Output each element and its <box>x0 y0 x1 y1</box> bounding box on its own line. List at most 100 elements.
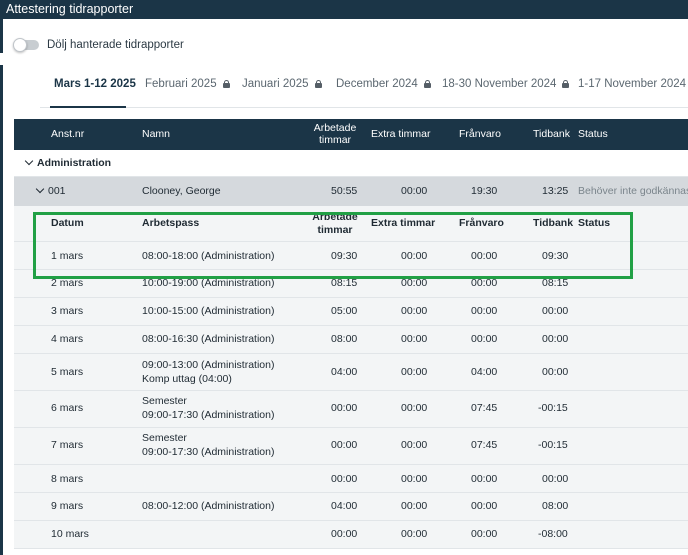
tab-december-2024[interactable]: December 2024 <box>336 78 431 90</box>
row-arbetspass-line1: Semester <box>142 432 187 444</box>
row-franvaro: 00:00 <box>471 473 498 485</box>
row-extra: 00:00 <box>401 366 428 378</box>
row-arbetade: 00:00 <box>331 473 358 485</box>
row-arbetspass: 10:00-19:00 (Administration) <box>142 277 275 289</box>
employee-anstnr[interactable]: 001 <box>35 184 66 197</box>
row-arbetade: 00:00 <box>331 528 358 540</box>
row-tidbank: -08:00 <box>538 528 568 540</box>
table-row[interactable]: 7 mars Semester 09:00-17:30 (Administrat… <box>14 428 688 465</box>
chevron-down-icon <box>24 156 34 166</box>
row-franvaro: 00:00 <box>471 277 498 289</box>
row-tidbank: 00:00 <box>542 305 569 317</box>
table-row[interactable]: 9 mars 08:00-12:00 (Administration) 04:0… <box>14 493 688 521</box>
row-arbetspass-line2: Komp uttag (04:00) <box>142 373 232 385</box>
row-extra: 00:00 <box>401 439 428 451</box>
app-title: Attestering tidrapporter <box>6 2 134 16</box>
table-row[interactable]: 6 mars Semester 09:00-17:30 (Administrat… <box>14 391 688 428</box>
header-anstnr[interactable]: Anst.nr <box>51 128 84 140</box>
period-tabs: Mars 1-12 2025 Februari 2025 Januari 202… <box>40 72 688 108</box>
row-franvaro: 07:45 <box>471 439 498 451</box>
tab-label: Januari 2025 <box>242 78 309 90</box>
row-arbetade: 08:00 <box>331 333 358 345</box>
left-edge <box>0 19 3 555</box>
header-tidbank[interactable]: Tidbank <box>533 128 570 140</box>
row-tidbank: 08:00 <box>542 500 569 512</box>
row-arbetspass: 09:00-13:00 (Administration) Komp uttag … <box>142 358 275 386</box>
hide-handled-toggle[interactable] <box>13 38 39 52</box>
header-namn[interactable]: Namn <box>142 128 170 140</box>
row-arbetspass-line2: 09:00-17:30 (Administration) <box>142 446 275 458</box>
tab-label: December 2024 <box>336 78 418 90</box>
table-row[interactable]: 10 mars 00:00 00:00 00:00 -08:00 <box>14 521 688 549</box>
table-row[interactable]: 1 mars 08:00-18:00 (Administration) 09:3… <box>14 242 688 270</box>
tab-label: Februari 2025 <box>145 78 217 90</box>
tab-mars-2025[interactable]: Mars 1-12 2025 <box>54 78 136 90</box>
row-franvaro: 00:00 <box>471 250 498 262</box>
header-franvaro[interactable]: Frånvaro <box>459 128 501 140</box>
header-arbetade-line1: Arbetade <box>313 122 357 134</box>
employee-namn: Clooney, George <box>142 185 221 197</box>
row-arbetade: 04:00 <box>331 500 358 512</box>
group-name: Administration <box>37 157 112 169</box>
header-extra[interactable]: Extra timmar <box>371 128 431 140</box>
group-row-administration[interactable]: Administration <box>14 150 688 177</box>
table-header: Anst.nr Namn Arbetade timmar Extra timma… <box>14 119 688 150</box>
detail-header-arbetade-line1: Arbetade <box>312 211 358 223</box>
left-edge-notch <box>0 53 3 65</box>
row-arbetspass-line2: 09:00-17:30 (Administration) <box>142 409 275 421</box>
tab-label: 1-17 November 2024 <box>578 78 687 90</box>
table-row[interactable]: 3 mars 10:00-15:00 (Administration) 05:0… <box>14 298 688 326</box>
group-toggle[interactable]: Administration <box>24 156 112 169</box>
row-arbetspass-line1: Semester <box>142 395 187 407</box>
row-datum: 7 mars <box>51 439 84 451</box>
tab-label: Mars 1-12 2025 <box>54 78 136 90</box>
detail-header: Datum Arbetspass Arbetade timmar Extra t… <box>14 206 688 242</box>
row-extra: 00:00 <box>401 402 428 414</box>
table-row[interactable]: 4 mars 08:00-16:30 (Administration) 08:0… <box>14 326 688 354</box>
row-datum: 9 mars <box>51 500 84 512</box>
row-arbetade: 08:15 <box>331 277 358 289</box>
row-tidbank: -00:15 <box>538 402 568 414</box>
employee-tidbank: 13:25 <box>542 185 569 197</box>
employee-status: Behöver inte godkännas <box>578 185 688 197</box>
row-franvaro: 00:00 <box>471 333 498 345</box>
row-arbetade: 00:00 <box>331 439 358 451</box>
employee-franvaro: 19:30 <box>471 185 498 197</box>
tab-januari-2025[interactable]: Januari 2025 <box>242 78 322 90</box>
hide-handled-filter[interactable]: Dölj hanterade tidrapporter <box>13 38 184 52</box>
header-arbetade[interactable]: Arbetade timmar <box>310 122 360 146</box>
row-datum: 5 mars <box>51 366 84 378</box>
row-tidbank: 09:30 <box>542 250 569 262</box>
detail-header-datum: Datum <box>51 217 84 229</box>
active-tab-indicator <box>50 106 126 108</box>
row-arbetade: 05:00 <box>331 305 358 317</box>
row-tidbank: 00:00 <box>542 473 569 485</box>
table-row[interactable]: 5 mars 09:00-13:00 (Administration) Komp… <box>14 354 688 391</box>
row-arbetspass: 08:00-12:00 (Administration) <box>142 500 275 512</box>
row-extra: 00:00 <box>401 528 428 540</box>
row-franvaro: 00:00 <box>471 528 498 540</box>
row-datum: 6 mars <box>51 402 84 414</box>
table-row[interactable]: 8 mars 00:00 00:00 00:00 00:00 <box>14 465 688 493</box>
row-arbetade: 00:00 <box>331 402 358 414</box>
chevron-down-icon <box>35 184 45 194</box>
tab-18-30-november-2024[interactable]: 18-30 November 2024 <box>442 78 570 90</box>
detail-header-extra: Extra timmar <box>371 217 436 229</box>
header-status[interactable]: Status <box>578 128 608 140</box>
tab-februari-2025[interactable]: Februari 2025 <box>145 78 230 90</box>
row-tidbank: 08:15 <box>542 277 569 289</box>
row-extra: 00:00 <box>401 250 428 262</box>
tab-1-17-november-2024[interactable]: 1-17 November 2024 <box>578 78 688 90</box>
row-arbetspass: 10:00-15:00 (Administration) <box>142 305 275 317</box>
row-extra: 00:00 <box>401 473 428 485</box>
row-extra: 00:00 <box>401 333 428 345</box>
employee-row[interactable]: 001 Clooney, George 50:55 00:00 19:30 13… <box>14 177 688 206</box>
row-extra: 00:00 <box>401 277 428 289</box>
detail-header-tidbank: Tidbank <box>533 217 574 229</box>
hide-handled-label: Dölj hanterade tidrapporter <box>47 39 184 51</box>
row-franvaro: 04:00 <box>471 366 498 378</box>
table-row[interactable]: 2 mars 10:00-19:00 (Administration) 08:1… <box>14 270 688 298</box>
row-datum: 1 mars <box>51 250 84 262</box>
detail-header-status: Status <box>578 217 611 229</box>
lock-icon <box>222 80 230 88</box>
